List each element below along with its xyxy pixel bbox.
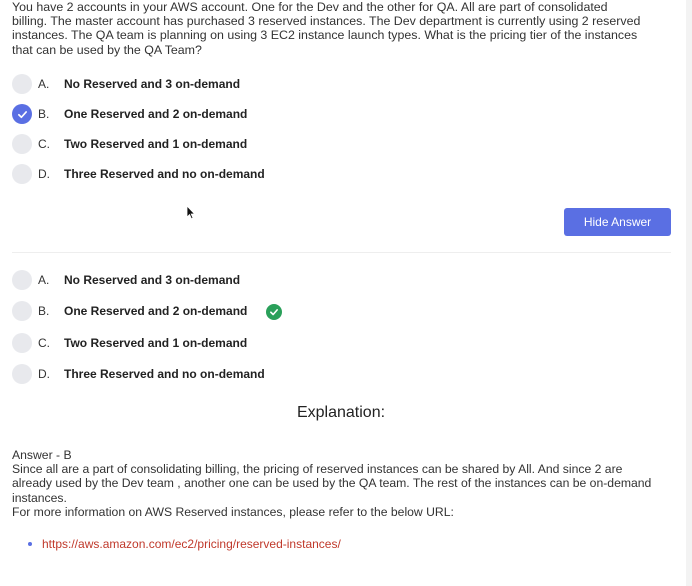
option-label: One Reserved and 2 on-demand bbox=[64, 107, 248, 121]
option-label: No Reserved and 3 on-demand bbox=[64, 272, 241, 287]
explanation-title: Explanation: bbox=[296, 404, 386, 421]
option-d[interactable]: D. Three Reserved and no on-demand bbox=[12, 159, 265, 189]
option-letter: C. bbox=[38, 137, 50, 151]
hide-answer-button[interactable]: Hide Answer bbox=[564, 208, 671, 236]
option-letter: D. bbox=[38, 167, 50, 181]
option-radio bbox=[12, 332, 32, 353]
question-options: A. No Reserved and 3 on-demand B. One Re… bbox=[12, 69, 265, 189]
option-a[interactable]: A. No Reserved and 3 on-demand bbox=[12, 69, 240, 99]
option-b[interactable]: B. One Reserved and 2 on-demand bbox=[12, 99, 247, 129]
option-label: Two Reserved and 1 on-demand bbox=[64, 335, 248, 350]
option-c[interactable]: C. Two Reserved and 1 on-demand bbox=[12, 129, 247, 159]
option-radio-selected[interactable] bbox=[12, 104, 32, 124]
check-icon bbox=[17, 110, 27, 118]
option-label: No Reserved and 3 on-demand bbox=[64, 77, 241, 91]
answer-options: A. No Reserved and 3 on-demand B. One Re… bbox=[12, 264, 282, 391]
explanation-body: Answer - B Since all are a part of conso… bbox=[12, 448, 660, 519]
answer-option-a: A. No Reserved and 3 on-demand bbox=[12, 264, 240, 296]
more-info-text: For more information on AWS Reserved ins… bbox=[12, 504, 454, 519]
answer-option-c: C. Two Reserved and 1 on-demand bbox=[12, 327, 247, 359]
option-letter: A. bbox=[38, 272, 50, 287]
option-letter: A. bbox=[38, 77, 50, 91]
page-edge bbox=[686, 0, 692, 586]
option-label: Three Reserved and no on-demand bbox=[64, 367, 265, 382]
explanation-text: Since all are a part of consolidating bi… bbox=[12, 462, 652, 505]
section-divider bbox=[12, 252, 671, 253]
option-label: Three Reserved and no on-demand bbox=[64, 167, 265, 181]
mouse-pointer-icon bbox=[186, 205, 196, 220]
reference-link-item: https://aws.amazon.com/ec2/pricing/reser… bbox=[28, 537, 341, 551]
option-radio bbox=[12, 364, 32, 385]
option-label: Two Reserved and 1 on-demand bbox=[64, 137, 248, 151]
bullet-icon bbox=[28, 542, 32, 546]
option-letter: D. bbox=[38, 367, 50, 382]
option-label: One Reserved and 2 on-demand bbox=[64, 304, 248, 319]
check-circle-icon bbox=[266, 303, 282, 320]
answer-option-b: B. One Reserved and 2 on-demand bbox=[12, 296, 282, 328]
option-letter: B. bbox=[38, 304, 50, 319]
option-radio bbox=[12, 269, 32, 290]
option-radio[interactable] bbox=[12, 164, 32, 184]
option-radio bbox=[12, 301, 32, 322]
option-radio[interactable] bbox=[12, 134, 32, 154]
answer-option-d: D. Three Reserved and no on-demand bbox=[12, 359, 265, 391]
reference-link[interactable]: https://aws.amazon.com/ec2/pricing/reser… bbox=[42, 537, 341, 551]
question-text: You have 2 accounts in your AWS account.… bbox=[12, 0, 641, 57]
option-letter: B. bbox=[38, 107, 50, 121]
option-radio[interactable] bbox=[12, 74, 32, 94]
option-letter: C. bbox=[38, 335, 50, 350]
answer-line: Answer - B bbox=[12, 448, 72, 462]
